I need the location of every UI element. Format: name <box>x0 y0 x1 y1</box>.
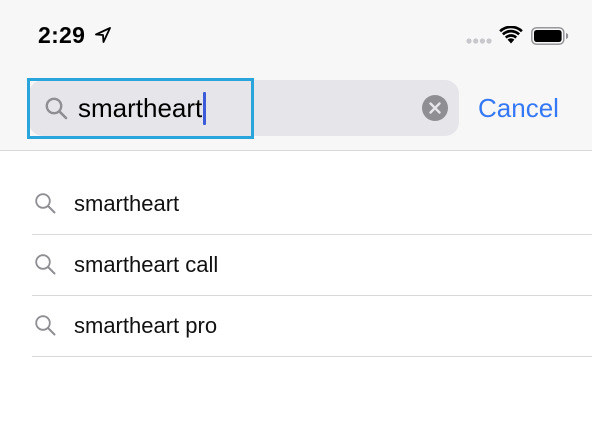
text-caret <box>203 92 206 125</box>
cancel-button[interactable]: Cancel <box>478 93 559 123</box>
battery-icon <box>531 27 569 45</box>
search-icon <box>35 315 56 336</box>
suggestion-label: smartheart call <box>74 252 219 277</box>
clear-icon <box>429 102 441 114</box>
location-arrow-icon <box>95 27 111 43</box>
clear-search-button[interactable] <box>422 95 448 121</box>
status-time: 2:29 <box>38 22 86 48</box>
suggestion-item[interactable]: smartheart call <box>32 235 592 296</box>
signal-icon <box>466 38 492 44</box>
search-icon <box>35 254 56 275</box>
search-icon <box>35 193 56 214</box>
suggestion-item[interactable]: smartheart <box>32 174 592 235</box>
search-screen: 2:29 smartheart Cancel smartheart smarth… <box>0 0 592 444</box>
suggestion-label: smartheart pro <box>74 313 218 338</box>
search-input[interactable] <box>78 93 258 123</box>
wifi-icon <box>499 26 523 44</box>
search-header: 2:29 smartheart Cancel <box>0 0 592 151</box>
suggestion-label: smartheart <box>74 191 180 216</box>
suggestion-item[interactable]: smartheart pro <box>32 296 592 357</box>
search-icon <box>45 97 68 120</box>
